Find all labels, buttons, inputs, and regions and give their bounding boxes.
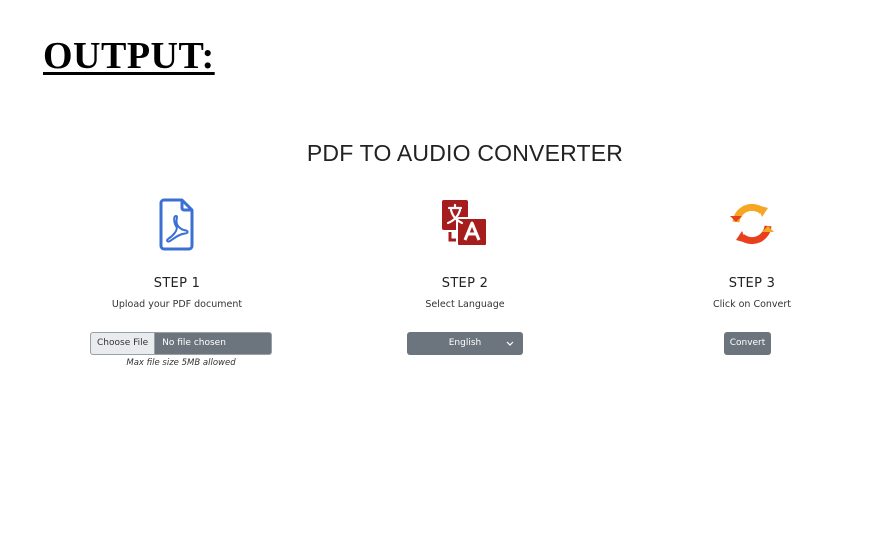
step-3-panel: STEP 3 Click on Convert [632, 196, 872, 310]
step-3-title: STEP 3 [728, 276, 776, 291]
pdf-file-icon [159, 198, 194, 251]
file-size-note: Max file size 5MB allowed [126, 358, 236, 368]
convert-button[interactable]: Convert [724, 332, 771, 355]
app-title: PDF TO AUDIO CONVERTER [306, 140, 624, 166]
choose-file-button[interactable]: Choose File [91, 333, 156, 354]
step-2-panel: STEP 2 Select Language [345, 196, 585, 310]
output-heading: OUTPUT: [43, 35, 215, 77]
step-1-title: STEP 1 [153, 276, 201, 291]
step-2-title: STEP 2 [441, 276, 489, 291]
step-1-panel: STEP 1 Upload your PDF document [57, 196, 297, 310]
language-select[interactable]: English [407, 332, 523, 355]
pdf-file-input[interactable]: Choose File No file chosen [90, 332, 272, 355]
convert-arrows-icon [730, 204, 774, 244]
step-3-description: Click on Convert [712, 299, 792, 310]
file-status-text: No file chosen [162, 338, 226, 348]
step-1-description: Upload your PDF document [111, 299, 243, 310]
translate-icon [442, 200, 488, 247]
language-select-value: English [448, 338, 482, 348]
step-2-description: Select Language [425, 299, 505, 310]
chevron-down-icon [506, 341, 514, 346]
